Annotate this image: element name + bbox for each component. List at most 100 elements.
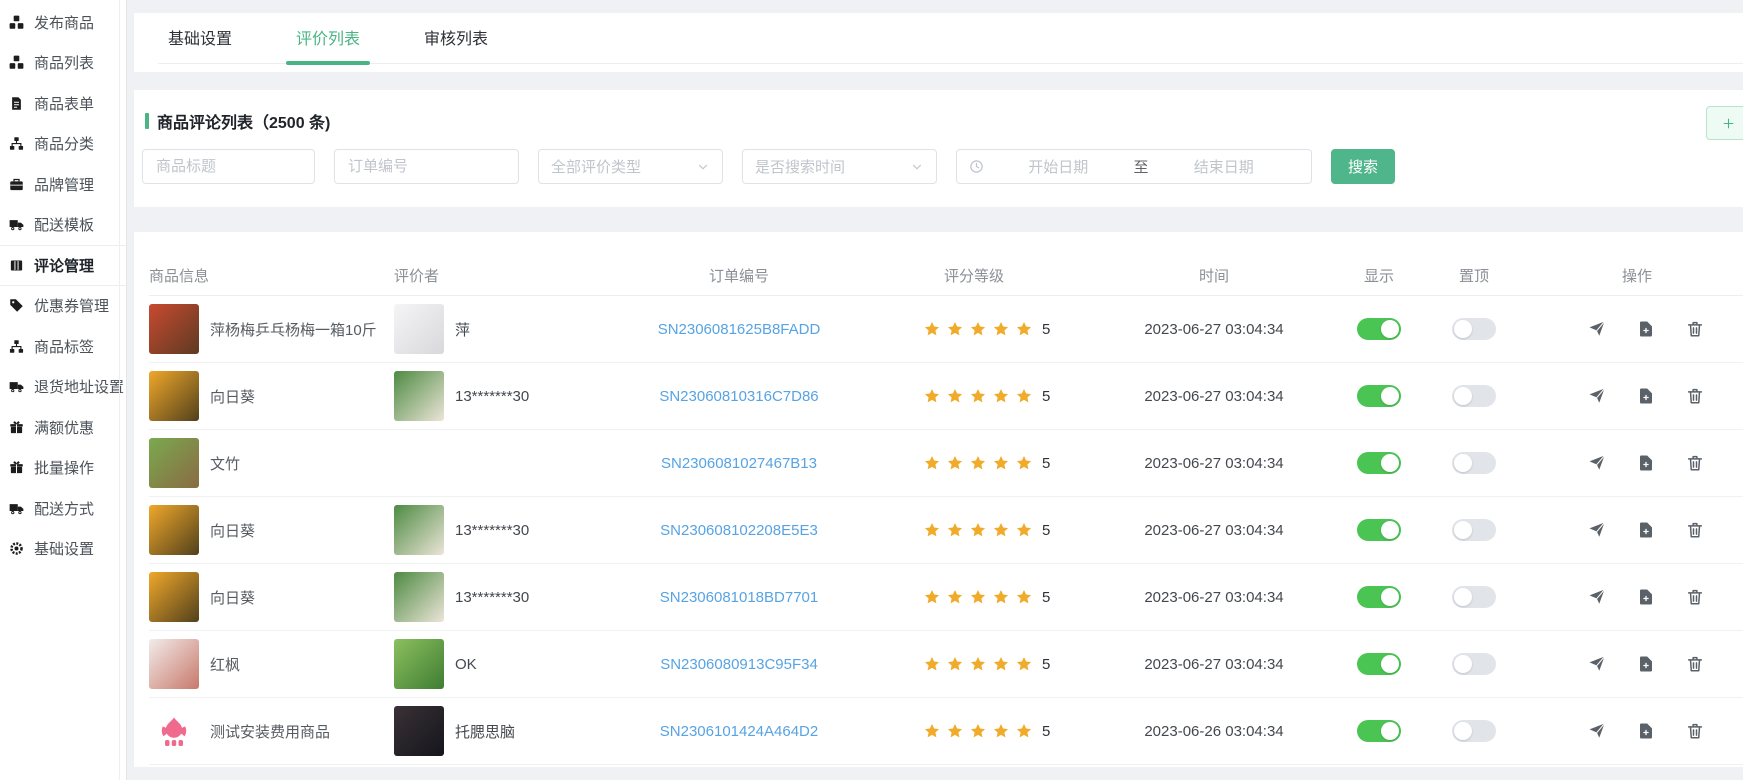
reviewer-name: OK (455, 656, 477, 673)
pin-top-toggle[interactable] (1452, 385, 1496, 407)
trash-button[interactable] (1686, 387, 1704, 405)
sidebar-item-label: 品牌管理 (34, 174, 94, 195)
date-range-picker[interactable]: 开始日期 至 结束日期 (956, 149, 1312, 184)
product-title-input[interactable] (142, 149, 315, 184)
trash-button[interactable] (1686, 722, 1704, 740)
trash-button[interactable] (1686, 521, 1704, 539)
truck-icon (9, 217, 24, 232)
pin-top-toggle[interactable] (1452, 720, 1496, 742)
file-add-button[interactable] (1637, 454, 1655, 472)
tab[interactable]: 审核列表 (414, 13, 498, 71)
file-add-button[interactable] (1637, 655, 1655, 673)
send-button[interactable] (1588, 521, 1606, 539)
sidebar-item[interactable]: 退货地址设置 (0, 367, 126, 408)
order-number-link[interactable]: SN230608102208E5E3 (629, 522, 849, 539)
rating-cell: 5 (849, 321, 1099, 338)
send-button[interactable] (1588, 387, 1606, 405)
file-add-button[interactable] (1637, 387, 1655, 405)
sidebar-item[interactable]: 品牌管理 (0, 164, 126, 205)
file-add-button[interactable] (1637, 588, 1655, 606)
add-button[interactable]: 新增 (1706, 106, 1743, 140)
trash-button[interactable] (1686, 454, 1704, 472)
review-time: 2023-06-27 03:04:34 (1099, 656, 1329, 673)
pin-top-toggle[interactable] (1452, 586, 1496, 608)
pin-top-toggle[interactable] (1452, 452, 1496, 474)
sidebar-item[interactable]: 满额优惠 (0, 407, 126, 448)
show-toggle[interactable] (1357, 318, 1401, 340)
sitemap-icon (9, 136, 24, 151)
show-toggle[interactable] (1357, 720, 1401, 742)
send-button[interactable] (1588, 722, 1606, 740)
product-image (149, 505, 199, 555)
time-search-select[interactable]: 是否搜索时间 (742, 149, 937, 184)
trash-icon (1686, 387, 1704, 405)
pin-top-toggle[interactable] (1452, 653, 1496, 675)
doc-icon (9, 96, 24, 111)
sidebar-item[interactable]: 商品标签 (0, 326, 126, 367)
order-number-link[interactable]: SN2306081027467B13 (629, 455, 849, 472)
send-button[interactable] (1588, 655, 1606, 673)
main-content: 基础设置评价列表审核列表 商品评论列表（2500 条) 新增 全部评价类型 是否… (127, 0, 1743, 767)
file-add-button[interactable] (1637, 722, 1655, 740)
file-add-button[interactable] (1637, 521, 1655, 539)
order-number-link[interactable]: SN2306080913C95F34 (629, 656, 849, 673)
panel-title-row: 商品评论列表（2500 条) (142, 90, 1743, 133)
star-icon (924, 522, 1032, 538)
sidebar-item-label: 商品分类 (34, 133, 94, 154)
send-icon (1588, 320, 1606, 338)
briefcase-icon (9, 177, 24, 192)
show-toggle[interactable] (1357, 385, 1401, 407)
product-name: 向日葵 (210, 386, 255, 407)
product-cell: 向日葵 (149, 505, 394, 555)
rating-value: 5 (1042, 388, 1050, 405)
order-number-input[interactable] (334, 149, 519, 184)
order-number-link[interactable]: SN2306081625B8FADD (629, 321, 849, 338)
send-button[interactable] (1588, 588, 1606, 606)
file-add-button[interactable] (1637, 320, 1655, 338)
product-cell: 红枫 (149, 639, 394, 689)
rating-cell: 5 (849, 656, 1099, 673)
order-number-link[interactable]: SN2306081018BD7701 (629, 589, 849, 606)
page-title: 商品评论列表（2500 条) (157, 109, 330, 133)
tab[interactable]: 评价列表 (286, 13, 370, 71)
trash-button[interactable] (1686, 320, 1704, 338)
reviewer-avatar (394, 639, 444, 689)
send-button[interactable] (1588, 454, 1606, 472)
product-name: 萍杨梅乒乓杨梅一箱10斤 (210, 319, 377, 340)
sidebar-item[interactable]: 配送方式 (0, 488, 126, 529)
show-toggle[interactable] (1357, 519, 1401, 541)
sidebar-item[interactable]: 基础设置 (0, 529, 126, 570)
file-add-icon (1637, 320, 1655, 338)
columns-icon (9, 258, 24, 273)
show-toggle[interactable] (1357, 586, 1401, 608)
sidebar-item[interactable]: 评论管理 (0, 245, 126, 286)
pin-top-toggle[interactable] (1452, 519, 1496, 541)
send-button[interactable] (1588, 320, 1606, 338)
trash-button[interactable] (1686, 588, 1704, 606)
pin-top-toggle[interactable] (1452, 318, 1496, 340)
send-icon (1588, 454, 1606, 472)
table-row: 向日葵 13*******30 SN23060810316C7D86 5 202… (149, 363, 1743, 430)
sidebar-item[interactable]: 配送模板 (0, 205, 126, 246)
trash-button[interactable] (1686, 655, 1704, 673)
review-type-select[interactable]: 全部评价类型 (538, 149, 723, 184)
star-icon (924, 589, 1032, 605)
sidebar-item[interactable]: 商品分类 (0, 124, 126, 165)
tab[interactable]: 基础设置 (158, 13, 242, 71)
sidebar-item[interactable]: 商品列表 (0, 43, 126, 84)
search-button[interactable]: 搜索 (1331, 149, 1395, 184)
column-header: 操作 (1519, 265, 1743, 286)
product-name: 红枫 (210, 654, 240, 675)
sidebar-item[interactable]: 优惠券管理 (0, 286, 126, 327)
show-toggle[interactable] (1357, 653, 1401, 675)
order-number-link[interactable]: SN23060810316C7D86 (629, 388, 849, 405)
show-toggle[interactable] (1357, 452, 1401, 474)
sidebar-item[interactable]: 发布商品 (0, 2, 126, 43)
sidebar-item-label: 退货地址设置 (34, 376, 124, 397)
send-icon (1588, 722, 1606, 740)
table-header-row: 商品信息评价者订单编号评分等级时间显示置顶操作 (149, 256, 1743, 296)
product-name: 文竹 (210, 453, 240, 474)
sidebar-item[interactable]: 批量操作 (0, 448, 126, 489)
sidebar-item[interactable]: 商品表单 (0, 83, 126, 124)
order-number-link[interactable]: SN2306101424A464D2 (629, 723, 849, 740)
